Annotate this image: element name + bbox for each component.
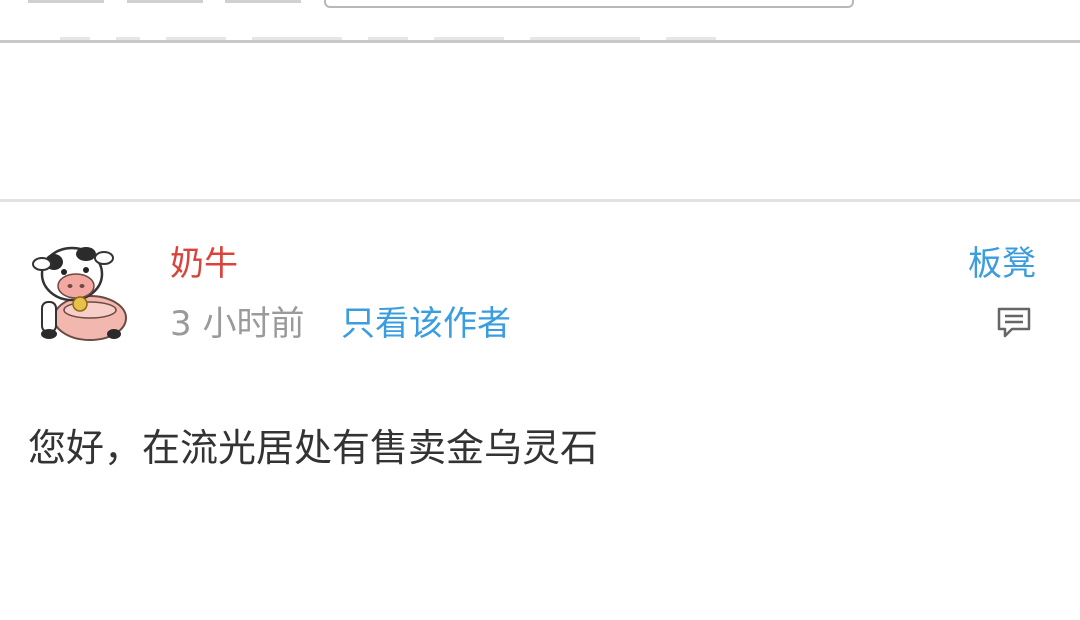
toolbar-button[interactable] [225, 0, 301, 3]
post-divider [0, 199, 1080, 202]
toolbar-button[interactable] [127, 0, 203, 3]
cow-avatar[interactable] [28, 236, 132, 344]
previous-post-text-fragment [60, 37, 800, 45]
cow-avatar-icon [32, 246, 127, 341]
comment-icon[interactable] [996, 306, 1032, 340]
toolbar-input[interactable] [324, 0, 854, 8]
post-page: 奶牛 3 小时前 只看该作者 板凳 您好，在流光居处有售卖金乌灵石 [0, 0, 1080, 620]
only-author-link[interactable]: 只看该作者 [341, 303, 511, 345]
toolbar-button[interactable] [28, 0, 104, 3]
post-content: 您好，在流光居处有售卖金乌灵石 [28, 426, 599, 470]
floor-label: 板凳 [968, 244, 1036, 284]
author-name[interactable]: 奶牛 [170, 244, 238, 284]
post-time: 3 小时前 [170, 304, 305, 344]
